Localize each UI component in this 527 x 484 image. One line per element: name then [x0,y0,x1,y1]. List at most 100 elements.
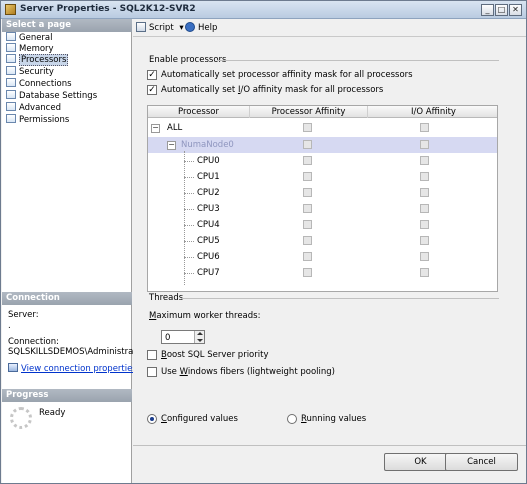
script-button[interactable]: Script ▾ [136,22,184,34]
page-item-database-settings[interactable]: Database Settings [6,90,130,101]
enable-processors-separator [217,60,499,61]
page-item-general[interactable]: General [6,32,130,43]
server-label: Server: [8,310,39,320]
processor-affinity-grid: Processor Processor Affinity I/O Affinit… [147,105,498,292]
view-connection-properties-link[interactable]: View connection properties [21,364,137,374]
boost-priority-label: Boost SQL Server priority [161,350,268,360]
processor-affinity-checkbox [303,220,312,229]
io-affinity-checkbox [420,252,429,261]
page-item-label: Memory [19,44,54,54]
connection-label: Connection: [8,337,59,347]
row-label-cpu: CPU4 [197,220,220,230]
spinner-down-icon[interactable] [197,339,203,342]
page-item-label: Processors [19,54,69,66]
collapse-all-icon[interactable]: − [151,124,160,133]
page-icon [6,66,16,75]
auto-io-affinity-mask-checkbox[interactable]: ✓ [147,85,157,95]
processor-affinity-checkbox [303,156,312,165]
running-values-radio[interactable] [287,414,297,424]
configured-values-radio[interactable] [147,414,157,424]
row-label-cpu: CPU7 [197,268,220,278]
grid-header: Processor Processor Affinity I/O Affinit… [148,106,497,118]
tree-line [184,177,194,178]
page-item-advanced[interactable]: Advanced [6,102,130,113]
row-label-cpu: CPU6 [197,252,220,262]
close-button[interactable]: ✕ [509,4,522,16]
configured-label-rest: onfigured values [166,414,238,424]
processor-affinity-checkbox [303,188,312,197]
page-icon [6,43,16,52]
grid-row-cpu5[interactable]: CPU5 [148,233,497,249]
auto-affinity-mask-checkbox[interactable]: ✓ [147,70,157,80]
script-icon [136,22,146,32]
tree-line [184,193,194,194]
help-button[interactable]: Help [185,22,217,34]
io-label-post: /O affinity mask for all processors [240,85,384,95]
max-worker-threads-value: 0 [165,333,171,343]
select-page-header: Select a page [2,19,132,32]
collapse-numanode-icon[interactable]: − [167,141,176,150]
maximize-button[interactable]: □ [495,4,508,16]
grid-row-cpu0[interactable]: CPU0 [148,153,497,169]
page-icon [6,32,16,41]
script-label: Script [149,23,174,33]
configured-values-label: Configured values [161,414,238,424]
title-bar[interactable]: Server Properties - SQL2K12-SVR2 _ □ ✕ [1,1,526,19]
tree-line [184,257,194,258]
io-affinity-checkbox [420,236,429,245]
grid-row-cpu1[interactable]: CPU1 [148,169,497,185]
connection-header: Connection [2,292,132,305]
right-pane: Script ▾ Help Enable processors ✓ Automa… [133,19,526,483]
page-item-processors[interactable]: Processors [6,54,130,66]
io-affinity-checkbox [420,268,429,277]
view-connection-properties[interactable]: View connection properties [8,363,137,374]
footer-separator [133,445,526,446]
processor-affinity-checkbox [303,252,312,261]
progress-header: Progress [2,389,132,402]
window-title: Server Properties - SQL2K12-SVR2 [20,4,196,14]
page-item-label: Advanced [19,103,61,113]
max-worker-threads-label-rest: aximum worker threads: [156,311,261,321]
row-label-cpu: CPU5 [197,236,220,246]
grid-row-cpu2[interactable]: CPU2 [148,185,497,201]
page-item-connections[interactable]: Connections [6,78,130,89]
max-worker-threads-label: Maximum worker threads: [149,311,260,321]
tree-line [184,273,194,274]
grid-row-cpu3[interactable]: CPU3 [148,201,497,217]
grid-row-numanode0[interactable]: − NumaNode0 [148,137,497,153]
threads-label: Threads [149,293,184,303]
max-worker-threads-spinner[interactable]: 0 [161,330,205,344]
enable-processors-label: Enable processors [149,55,227,65]
windows-fibers-checkbox[interactable] [147,367,157,377]
io-label-pre: Automatically set [161,85,238,95]
spinner-up-icon[interactable] [197,332,203,335]
page-icon [6,102,16,111]
page-item-label: Database Settings [19,91,98,101]
grid-row-cpu7[interactable]: CPU7 [148,265,497,281]
io-affinity-checkbox [420,204,429,213]
column-io-affinity[interactable]: I/O Affinity [368,106,497,118]
page-item-memory[interactable]: Memory [6,43,130,54]
page-item-label: Permissions [19,115,70,125]
processor-affinity-checkbox [303,268,312,277]
cancel-button[interactable]: Cancel [445,453,518,471]
windows-fibers-label-pre: Use [161,367,180,377]
server-app-icon [5,4,16,15]
page-item-label: Security [19,67,54,77]
script-dropdown-icon[interactable]: ▾ [179,23,183,33]
server-value: . [8,321,11,331]
grid-row-cpu4[interactable]: CPU4 [148,217,497,233]
column-processor[interactable]: Processor [148,106,250,118]
grid-row-all[interactable]: − ALL [148,120,497,136]
row-label-cpu: CPU3 [197,204,220,214]
grid-row-cpu6[interactable]: CPU6 [148,249,497,265]
processor-affinity-checkbox [303,236,312,245]
connection-properties-icon [8,363,18,372]
io-affinity-checkbox [420,140,429,149]
page-item-permissions[interactable]: Permissions [6,114,130,125]
row-label-cpu: CPU1 [197,172,220,182]
minimize-button[interactable]: _ [481,4,494,16]
column-processor-affinity[interactable]: Processor Affinity [250,106,368,118]
page-item-security[interactable]: Security [6,66,130,77]
boost-priority-checkbox[interactable] [147,350,157,360]
